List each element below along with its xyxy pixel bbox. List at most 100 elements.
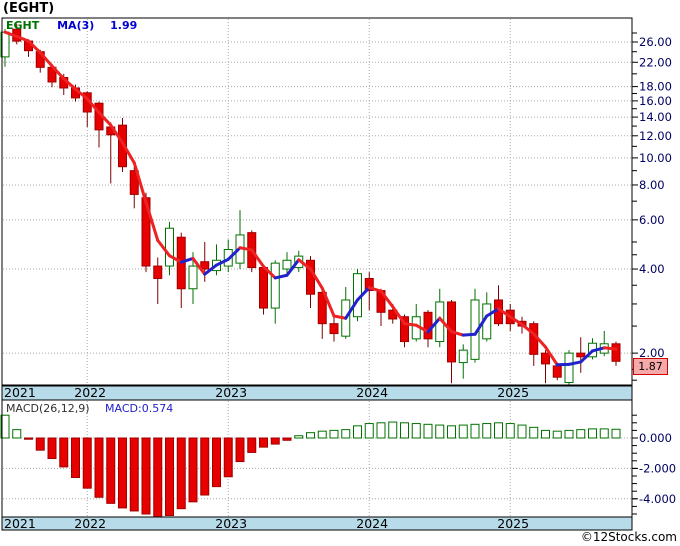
- year-label: 2022: [74, 385, 106, 400]
- macd-axis-label: 0.000: [639, 431, 672, 445]
- macd-bar: [270, 437, 280, 445]
- ma3-line-segment: [403, 322, 418, 327]
- year-label: 2023: [215, 385, 247, 400]
- macd-bar: [423, 423, 433, 439]
- legend-ma-label: MA(3): [57, 19, 95, 32]
- macd-bar: [588, 428, 597, 439]
- price-axis-label: 6.00: [639, 213, 665, 227]
- candle: [188, 265, 198, 290]
- ma3-line-segment: [238, 246, 254, 252]
- price-axis-label: 18.00: [639, 80, 672, 94]
- macd-bar: [541, 429, 550, 439]
- macd-bar: [259, 437, 268, 448]
- macd-bar: [118, 437, 127, 509]
- macd-bar: [188, 437, 198, 503]
- stock-chart-screen: 2021 2021 2022 2022 2023 2023 2024 2024 2025 2025…: [0, 0, 680, 546]
- macd-bar: [282, 437, 292, 441]
- candle: [564, 352, 574, 383]
- macd-bar: [529, 426, 539, 439]
- price-axis-label: 26.00: [639, 35, 672, 49]
- year-label: 2021: [4, 385, 36, 400]
- macd-bar: [153, 437, 163, 518]
- ma3-line-segment: [461, 332, 477, 337]
- macd-bar: [482, 423, 492, 439]
- macd-bar: [400, 422, 409, 439]
- macd-bar: [35, 437, 45, 451]
- candle: [552, 365, 562, 378]
- ma3-line-segment: [602, 346, 618, 351]
- candle: [458, 349, 468, 364]
- candle: [282, 259, 292, 270]
- macd-bar: [599, 428, 609, 439]
- chart-legend: EGHT MA(3) 1.99: [6, 19, 137, 32]
- macd-bar: [176, 437, 186, 510]
- year-label: 2024: [356, 516, 388, 531]
- macd-bar: [24, 437, 33, 440]
- macd-bar: [212, 437, 221, 488]
- candle: [165, 227, 174, 267]
- candle: [576, 352, 586, 358]
- macd-bar: [470, 423, 480, 439]
- year-label: 2024: [356, 385, 388, 400]
- candle: [329, 323, 339, 335]
- legend-ma-value: 1.99: [110, 19, 138, 32]
- candle: [259, 267, 268, 309]
- macd-bar: [129, 437, 139, 512]
- candle: [423, 311, 433, 340]
- watermark-12stocks: ©12Stocks.com: [580, 530, 677, 544]
- macd-axis-label: -4.000: [639, 492, 676, 506]
- macd-bar: [235, 437, 245, 463]
- candle: [541, 352, 550, 365]
- macd-header: MACD(26,12,9) MACD:0.574: [6, 402, 173, 415]
- macd-bar: [517, 424, 527, 439]
- macd-bar: [306, 432, 315, 439]
- price-axis-label: 12.00: [639, 129, 672, 143]
- price-axis-label: 10.00: [639, 151, 672, 165]
- macd-bar: [200, 437, 210, 496]
- macd-bar: [247, 437, 257, 453]
- macd-bar: [82, 437, 92, 489]
- candle: [270, 262, 280, 309]
- year-label: 2023: [215, 516, 247, 531]
- year-label: 2025: [497, 385, 529, 400]
- macd-value: MACD:0.574: [105, 402, 174, 415]
- price-axis-label: 4.00: [639, 262, 665, 276]
- year-label: 2025: [497, 516, 529, 531]
- macd-bar: [458, 424, 468, 439]
- macd-bar: [341, 429, 351, 439]
- macd-bar: [94, 437, 104, 498]
- macd-bar: [564, 429, 574, 439]
- macd-axis-label: -2.000: [639, 461, 676, 475]
- macd-bar: [552, 430, 562, 439]
- macd-bar: [141, 437, 151, 515]
- price-axis-label: 14.00: [639, 110, 672, 124]
- year-label: 2021: [4, 516, 36, 531]
- macd-bar: [223, 437, 233, 478]
- macd-bar: [447, 425, 456, 439]
- macd-bar: [47, 437, 57, 460]
- macd-bar: [329, 429, 339, 439]
- price-axis-label: 22.00: [639, 55, 672, 69]
- macd-bar: [364, 423, 374, 439]
- candle: [153, 265, 163, 280]
- macd-bar: [376, 422, 386, 439]
- page-title: (EGHT): [3, 1, 55, 16]
- macd-bar: [317, 430, 327, 439]
- macd-bar: [611, 428, 621, 439]
- legend-symbol: EGHT: [6, 19, 40, 32]
- macd-bar: [71, 437, 80, 479]
- macd-bar: [494, 422, 503, 439]
- macd-bar: [435, 424, 445, 439]
- macd-bar: [411, 423, 421, 439]
- price-axis-label: 16.00: [639, 94, 672, 108]
- price-axis-label: 8.00: [639, 178, 665, 192]
- macd-bar: [576, 429, 586, 439]
- macd-bar: [59, 437, 69, 468]
- macd-bar: [388, 421, 398, 439]
- macd-bar: [12, 429, 22, 439]
- candle: [611, 343, 621, 362]
- macd-bar: [353, 425, 362, 439]
- year-label: 2022: [74, 516, 106, 531]
- price-and-macd-chart: 2021 2021 2022 2022 2023 2023 2024 2024 2025 2025…: [0, 17, 676, 531]
- macd-bar: [294, 435, 304, 439]
